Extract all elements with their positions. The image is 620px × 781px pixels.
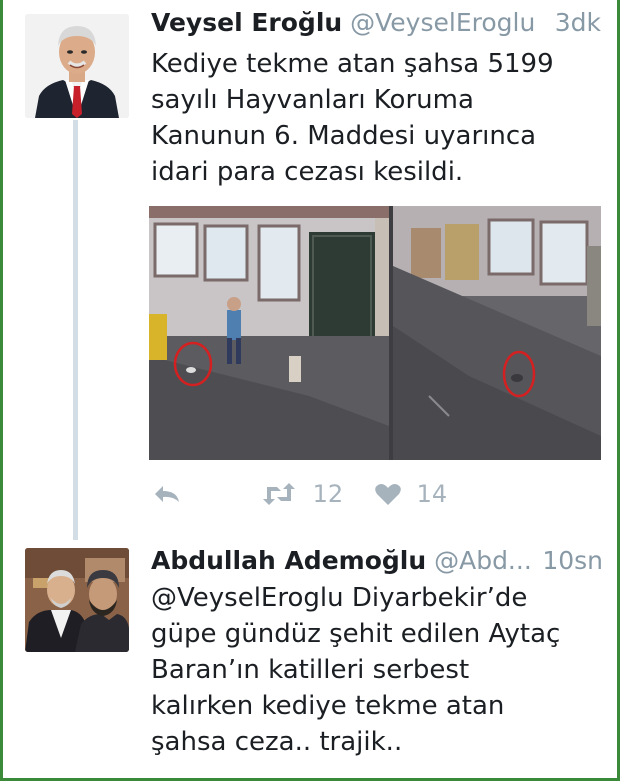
street-photo <box>149 206 601 460</box>
thread-connector-line <box>73 120 78 540</box>
tweet-1-handle[interactable]: @VeyselEroglu <box>350 8 535 37</box>
tweet-1-author-name[interactable]: Veysel Eroğlu <box>151 8 342 37</box>
retweet-button[interactable]: 12 <box>261 478 356 508</box>
tweet-1-header: Veysel Eroğlu @VeyselEroglu 3dk <box>151 8 601 38</box>
tweet-1-media-photo[interactable] <box>149 206 601 460</box>
like-count: 14 <box>416 480 448 508</box>
avatar-abdullah-ademoglu[interactable] <box>25 548 129 652</box>
retweet-icon <box>263 483 295 505</box>
tweet-1-text: Kediye tekme atan şahsa 5199 sayılı Hayv… <box>151 49 554 187</box>
tweet-2-timestamp[interactable]: 10sn <box>542 546 603 576</box>
heart-icon <box>375 484 401 505</box>
avatar-image <box>25 14 129 118</box>
reply-button[interactable] <box>153 478 183 508</box>
retweet-count: 12 <box>312 480 344 508</box>
tweet-2-text: @VeyselEroglu Diyarbekir’de güpe gündüz … <box>151 583 561 757</box>
tweet-2-author-name[interactable]: Abdullah Ademoğlu <box>151 546 426 575</box>
avatar-image <box>25 548 129 652</box>
tweet-1-timestamp[interactable]: 3dk <box>555 8 601 38</box>
avatar-veysel-eroglu[interactable] <box>25 14 129 118</box>
like-button[interactable]: 14 <box>375 478 455 508</box>
reply-icon <box>155 486 179 502</box>
tweet-2-handle[interactable]: @Abd... <box>434 546 532 575</box>
screenshot-frame: Veysel Eroğlu @VeyselEroglu 3dk Kediye t… <box>0 0 620 781</box>
tweet-2-header: Abdullah Ademoğlu @Abd... 10sn <box>151 546 603 576</box>
